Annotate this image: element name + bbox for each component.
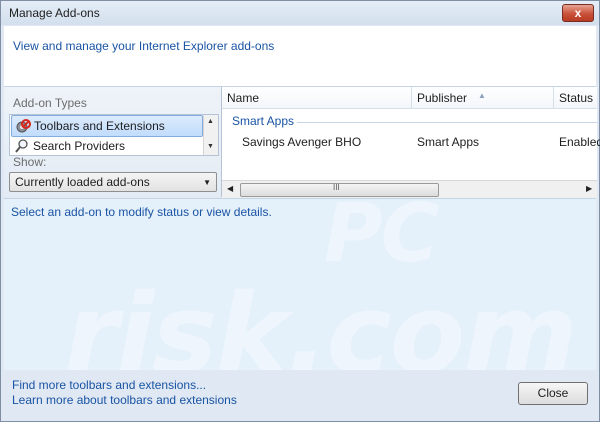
addon-type-label: Toolbars and Extensions bbox=[34, 119, 165, 133]
group-header: Smart Apps bbox=[232, 114, 295, 128]
details-panel: Select an add-on to modify status or vie… bbox=[4, 187, 596, 398]
close-button[interactable]: Close bbox=[518, 382, 588, 405]
column-header-label: Publisher bbox=[417, 91, 468, 105]
scroll-up-icon[interactable]: ▲ bbox=[207, 118, 214, 125]
addon-type-toolbars-extensions[interactable]: Toolbars and Extensions bbox=[11, 115, 203, 137]
manage-addons-window: Manage Add-ons x View and manage your In… bbox=[0, 0, 600, 422]
header-band: View and manage your Internet Explorer a… bbox=[4, 26, 596, 87]
addon-types-label: Add-on Types bbox=[13, 96, 87, 110]
show-dropdown[interactable]: Currently loaded add-ons ▼ bbox=[9, 172, 217, 192]
scroll-left-icon[interactable]: ◀ bbox=[227, 184, 233, 193]
cell-status: Enabled bbox=[559, 135, 600, 149]
learn-more-link[interactable]: Learn more about toolbars and extensions bbox=[12, 393, 237, 407]
scroll-right-icon[interactable]: ▶ bbox=[586, 184, 592, 193]
group-divider bbox=[297, 122, 597, 123]
addons-list-panel: Name Publisher ▲ Status Smart Apps Savin… bbox=[221, 87, 600, 198]
magnifier-icon bbox=[14, 138, 30, 154]
sort-ascending-icon: ▲ bbox=[478, 91, 486, 100]
cell-name: Savings Avenger BHO bbox=[242, 135, 362, 149]
addon-type-label: Search Providers bbox=[33, 139, 126, 153]
addon-type-search-providers[interactable]: Search Providers bbox=[11, 136, 201, 156]
scroll-down-icon[interactable]: ▼ bbox=[207, 143, 214, 150]
addon-types-panel: Add-on Types Toolbars and Extensions Sea… bbox=[4, 87, 221, 197]
addon-types-list: Toolbars and Extensions Search Providers… bbox=[9, 114, 219, 156]
details-hint: Select an add-on to modify status or vie… bbox=[11, 205, 272, 219]
column-header-label: Status bbox=[559, 91, 594, 105]
close-icon: x bbox=[574, 6, 582, 20]
gear-icon bbox=[15, 118, 31, 134]
column-header-status[interactable]: Status bbox=[554, 87, 597, 109]
show-label: Show: bbox=[13, 155, 47, 169]
find-more-link[interactable]: Find more toolbars and extensions... bbox=[12, 378, 206, 392]
window-title: Manage Add-ons bbox=[9, 6, 100, 20]
title-bar: Manage Add-ons x bbox=[1, 1, 599, 25]
column-header-publisher[interactable]: Publisher ▲ bbox=[412, 87, 554, 109]
window-close-button[interactable]: x bbox=[562, 4, 594, 22]
addon-types-scrollbar[interactable]: ▲ ▼ bbox=[203, 115, 218, 155]
footer: Find more toolbars and extensions... Lea… bbox=[4, 370, 596, 418]
show-dropdown-value: Currently loaded add-ons bbox=[15, 175, 150, 189]
chevron-down-icon: ▼ bbox=[203, 178, 211, 187]
cell-publisher: Smart Apps bbox=[417, 135, 480, 149]
header-description: View and manage your Internet Explorer a… bbox=[13, 39, 275, 53]
column-header-label: Name bbox=[227, 91, 260, 105]
column-header-name[interactable]: Name bbox=[222, 87, 412, 109]
